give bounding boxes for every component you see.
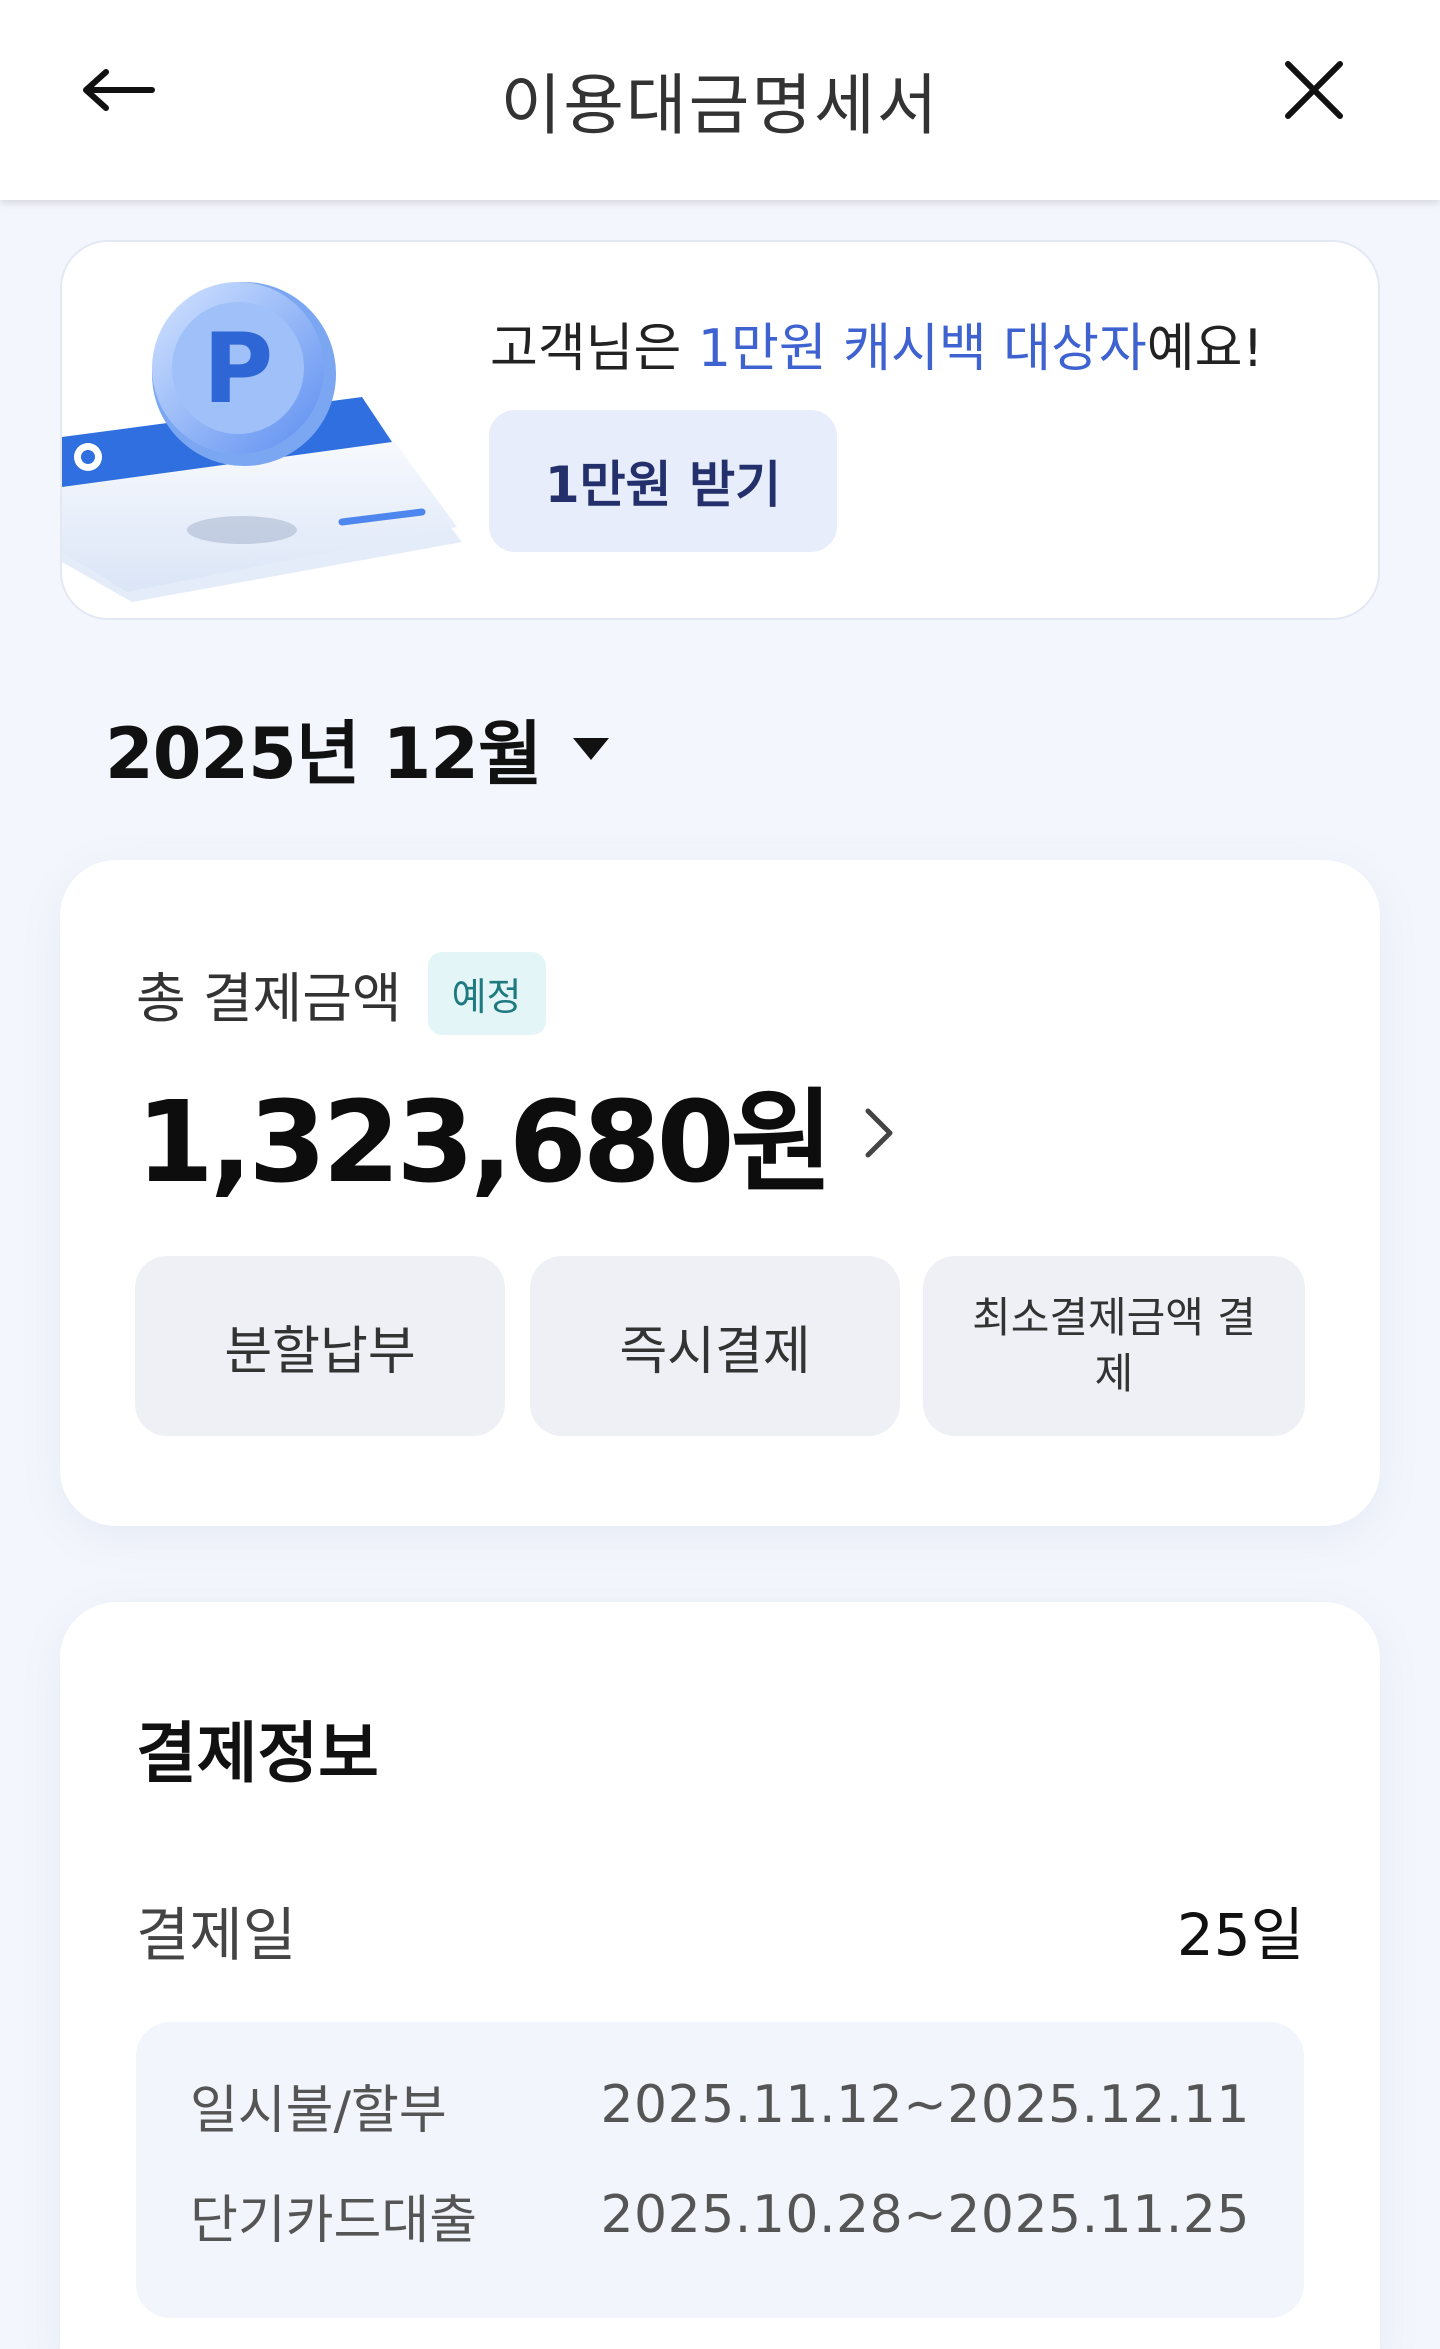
instant-payment-button[interactable]: 즉시결제: [530, 1256, 900, 1436]
selected-month: 2025년 12월: [105, 713, 542, 795]
period-range: 2025.11.12~2025.12.11: [600, 2075, 1250, 2135]
payment-day-label: 결제일: [136, 1901, 297, 1969]
payment-info-card: 결제정보 결제일 25일 일시불/할부 2025.11.12~2025.12.1…: [60, 1602, 1380, 2349]
point-coin-illustration: P: [62, 282, 462, 602]
billing-period-row: 일시불/할부 2025.11.12~2025.12.11: [190, 2070, 1250, 2141]
cashback-promo-banner: P 고객님은 1만원 캐시백 대상자예요! 1만원 받기: [60, 240, 1380, 620]
payment-day-value: 25일: [1176, 1901, 1304, 1969]
total-amount: 1,323,680원: [136, 1078, 834, 1208]
page-title: 이용대금명세서: [500, 67, 940, 144]
claim-cashback-button[interactable]: 1만원 받기: [489, 410, 837, 552]
chevron-right-icon: [865, 1108, 893, 1158]
period-label: 일시불/할부: [190, 2080, 447, 2141]
total-payment-card: 총 결제금액 예정 1,323,680원 분할납부 즉시결제 최소결제금액 결제: [60, 860, 1380, 1526]
total-payment-label: 총 결제금액: [136, 967, 402, 1030]
minimum-payment-button[interactable]: 최소결제금액 결제: [923, 1256, 1305, 1436]
month-selector[interactable]: 2025년 12월: [105, 698, 611, 799]
section-title: 결제정보: [136, 1715, 379, 1792]
status-badge: 예정: [427, 952, 546, 1035]
period-range: 2025.10.28~2025.11.25: [600, 2185, 1250, 2245]
cashback-message: 고객님은 1만원 캐시백 대상자예요!: [490, 319, 1264, 379]
installment-payment-button[interactable]: 분할납부: [135, 1256, 505, 1436]
cashback-highlight: 1만원 캐시백 대상자: [697, 319, 1147, 379]
close-icon: [1285, 61, 1343, 119]
billing-periods: 일시불/할부 2025.11.12~2025.12.11 단기카드대출 2025…: [136, 2022, 1304, 2318]
caret-down-icon: [573, 737, 610, 760]
close-button[interactable]: [1282, 58, 1364, 140]
total-amount-link[interactable]: 1,323,680원: [136, 1052, 894, 1214]
top-app-bar: 이용대금명세서: [0, 0, 1440, 200]
billing-period-row: 단기카드대출 2025.10.28~2025.11.25: [190, 2180, 1250, 2251]
period-label: 단기카드대출: [190, 2190, 478, 2251]
svg-text:P: P: [203, 313, 273, 425]
